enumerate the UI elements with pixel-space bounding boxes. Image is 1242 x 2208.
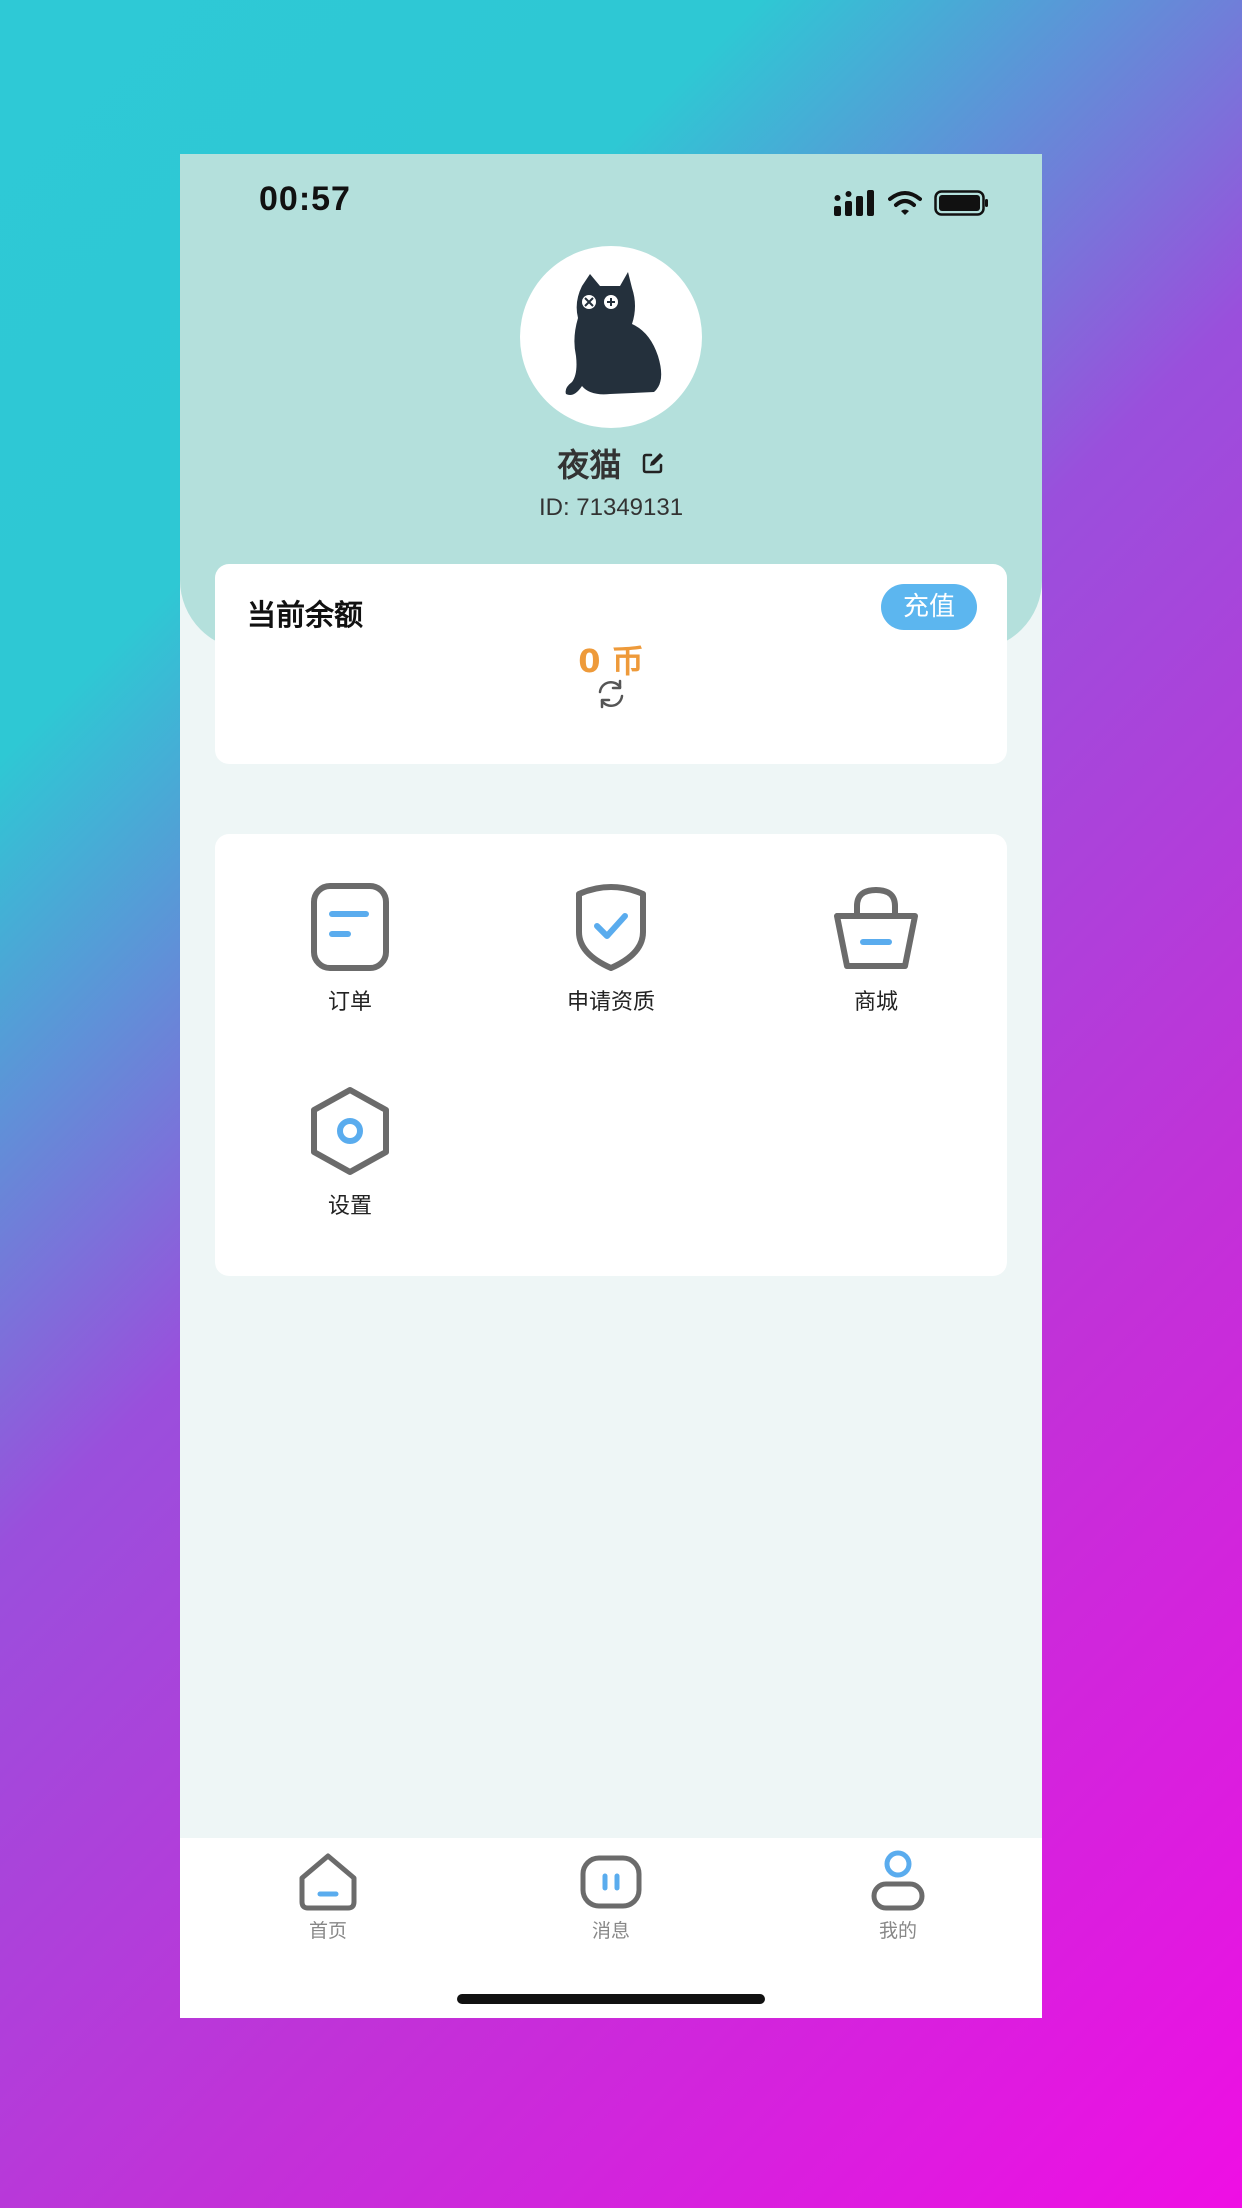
balance-value: 0 币 (578, 642, 644, 680)
tab-home[interactable]: 首页 (268, 1850, 388, 1943)
home-icon (299, 1853, 357, 1911)
tab-label-profile: 我的 (878, 1920, 917, 1942)
avatar[interactable] (520, 246, 702, 428)
balance-title: 当前余额 (247, 598, 364, 632)
shield-check-icon (576, 884, 646, 971)
menu-label-apply-qualification: 申请资质 (566, 990, 655, 1015)
status-time: 00:57 (259, 180, 351, 218)
menu-item-apply-qualification[interactable]: 申请资质 (511, 882, 711, 1032)
tab-messages[interactable]: 消息 (551, 1850, 671, 1943)
edit-icon[interactable] (641, 451, 665, 475)
black-cat-avatar (565, 272, 662, 395)
tab-label-messages: 消息 (591, 1920, 630, 1942)
home-indicator[interactable] (457, 1994, 765, 2004)
menu-item-settings[interactable]: 设置 (250, 1086, 450, 1236)
tab-bar: 首页 消息 我的 (180, 1838, 1042, 2018)
balance-card: 当前余额 充值 0 币 (215, 564, 1007, 764)
status-bar: 00:57 (180, 154, 1042, 244)
menu-item-order[interactable]: 订单 (250, 882, 450, 1032)
user-id: ID: 71349131 (538, 494, 684, 521)
phone-screen: 00:57 夜猫 ID: 71349131 当前余额 充值 0 币 订单 申请资… (180, 154, 1042, 2018)
signal-icon (834, 190, 874, 216)
menu-card: 订单 申请资质 商城 设置 (215, 834, 1007, 1276)
order-icon (311, 883, 389, 971)
recharge-button[interactable]: 充值 (881, 584, 977, 630)
menu-item-mall[interactable]: 商城 (776, 882, 976, 1032)
menu-label-mall: 商城 (853, 990, 898, 1015)
refresh-icon[interactable] (595, 678, 627, 710)
menu-label-settings: 设置 (327, 1194, 372, 1219)
tab-label-home: 首页 (308, 1920, 347, 1942)
nickname: 夜猫 (557, 446, 622, 484)
message-icon (580, 1855, 642, 1909)
menu-label-order: 订单 (327, 990, 372, 1015)
user-icon (871, 1850, 925, 1911)
battery-icon (934, 190, 988, 216)
status-icons (834, 188, 990, 218)
tab-profile[interactable]: 我的 (838, 1850, 958, 1943)
settings-hexagon-icon (311, 1087, 389, 1175)
wifi-icon (888, 191, 922, 215)
shopping-basket-icon (834, 886, 918, 969)
nickname-row: 夜猫 (180, 440, 1042, 486)
